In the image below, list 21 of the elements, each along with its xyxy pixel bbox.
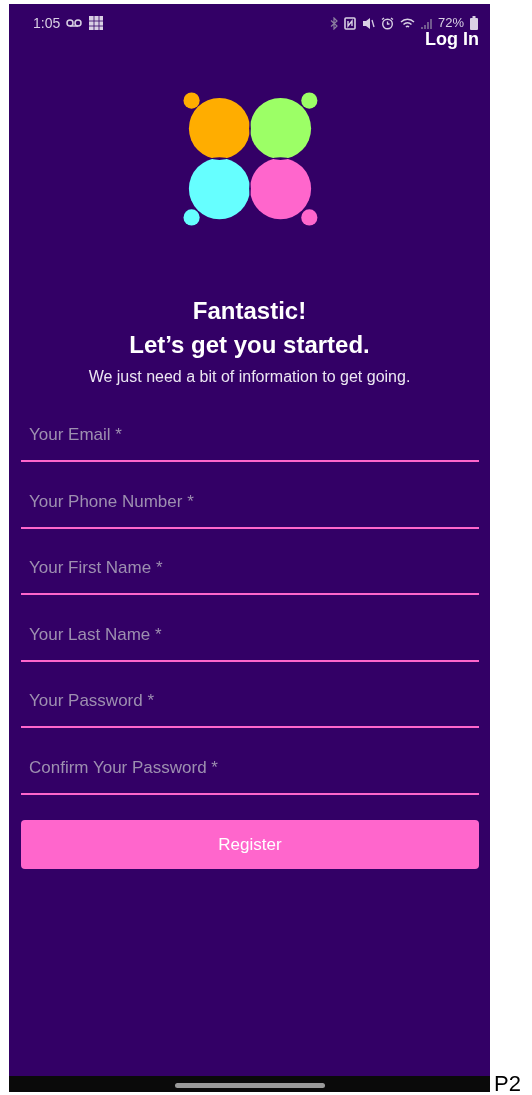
alarm-icon [380,16,394,30]
text-field[interactable]: Your Email * [21,406,479,462]
gallery-icon [88,15,105,31]
text-field[interactable]: Your First Name * [21,539,479,595]
status-time: 1:05 [33,13,61,33]
heading-line: Let’s get you started. [129,330,370,360]
text-field[interactable]: Your Last Name * [21,605,479,662]
bluetooth-icon [329,16,338,30]
signal-icon [420,16,432,30]
page-label: P2 [494,1072,521,1095]
text-field[interactable]: Your Password * [21,672,479,728]
text-field[interactable]: Confirm Your Password * [21,738,479,795]
battery-icon [470,16,478,30]
text-field[interactable]: Your Phone Number * [21,472,479,529]
home-indicator[interactable] [174,1083,325,1088]
subtitle: We just need a bit of information to get going. [88,367,411,387]
heading-line: Fantastic! [192,296,307,326]
nfc-icon [343,16,356,30]
wifi-icon [399,16,415,30]
mute-icon [361,16,375,30]
voicemail-icon [66,19,83,27]
